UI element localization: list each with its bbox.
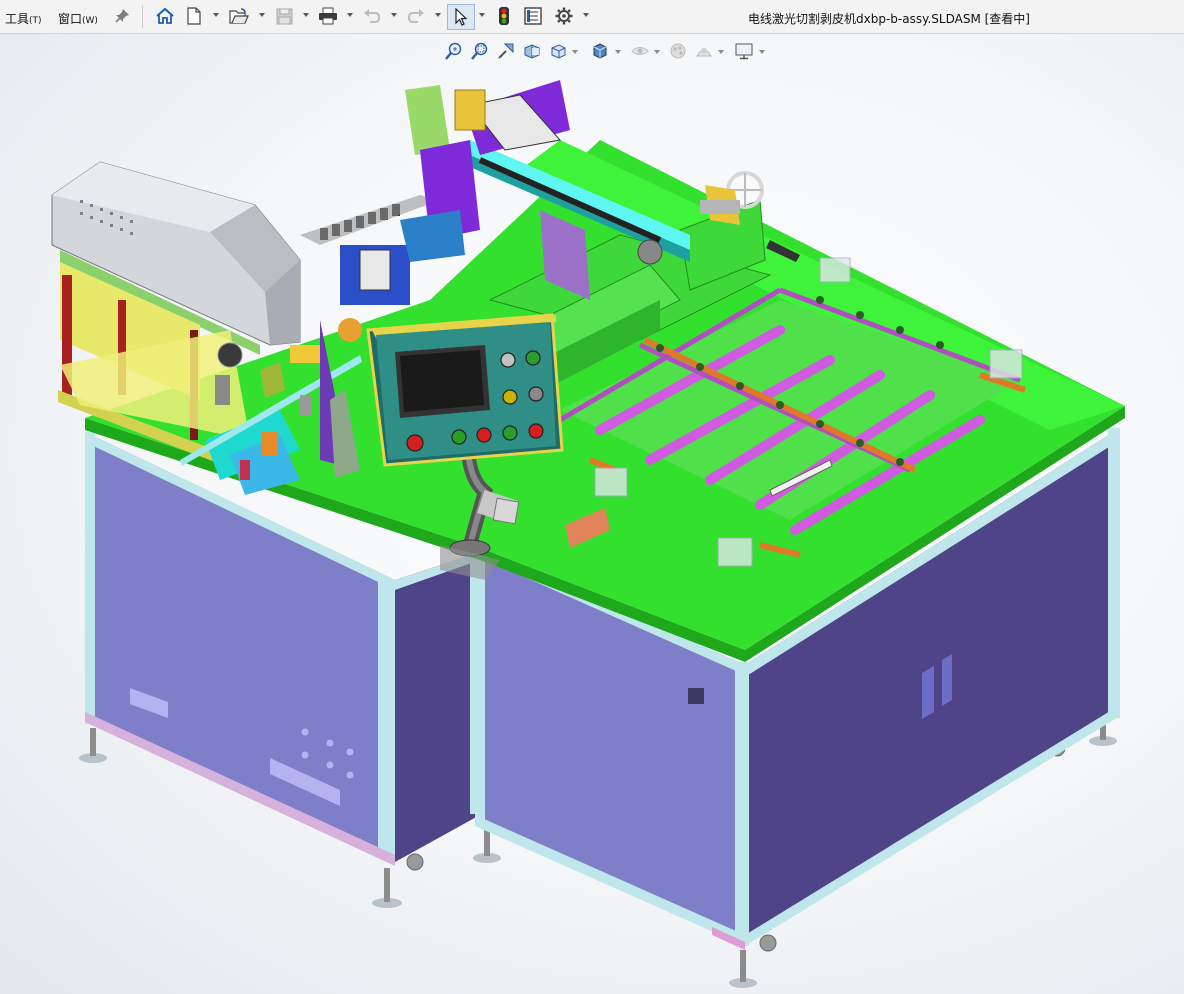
panel-button-red [406,434,424,452]
new-document-icon[interactable] [183,5,205,27]
undo-dropdown-caret[interactable] [391,13,397,17]
new-dropdown-caret[interactable] [213,13,219,17]
menu-tools-accel: (T) [29,16,42,26]
save-icon[interactable] [273,5,295,27]
file-properties-icon[interactable] [522,5,544,27]
menu-window-accel: (W) [82,16,98,26]
pin-icon[interactable] [111,5,133,27]
panel-indicator-yellow [502,389,518,405]
menu-window[interactable]: 窗口(W) [58,10,98,27]
options-dropdown-caret[interactable] [583,13,589,17]
print-dropdown-caret[interactable] [347,13,353,17]
redo-dropdown-caret[interactable] [435,13,441,17]
panel-button-green [451,429,467,445]
home-icon[interactable] [154,5,176,27]
save-dropdown-caret[interactable] [303,13,309,17]
undo-icon[interactable] [361,5,383,27]
panel-button-green-2 [502,425,518,441]
open-icon[interactable] [228,5,250,27]
rebuild-traffic-light-icon[interactable] [493,5,515,27]
panel-button-red-2 [476,427,492,443]
select-pointer-icon[interactable] [447,4,475,30]
control-panel [366,313,564,467]
window-title: 电线激光切割剥皮机dxbp-b-assy.SLDASM [查看中] [748,12,1030,26]
menu-tools-label: 工具 [5,12,30,26]
menu-tools[interactable]: 工具(T) [5,10,42,27]
open-dropdown-caret[interactable] [259,13,265,17]
panel-indicator-green [525,350,541,366]
redo-icon[interactable] [405,5,427,27]
print-icon[interactable] [317,5,339,27]
top-toolbar: 工具(T) 窗口(W) 电线激光切割剥皮机dxbp-b-assy.SLDASM … [0,0,1184,34]
select-dropdown-caret[interactable] [479,13,485,17]
toolbar-separator [142,6,143,28]
graphics-viewport[interactable] [0,34,1184,994]
panel-switch-gray [528,386,544,402]
assembly-model [51,80,1125,988]
options-gear-icon[interactable] [553,5,575,27]
menu-window-label: 窗口 [58,12,83,26]
panel-indicator-white [500,352,516,368]
panel-button-red-3 [528,423,544,439]
